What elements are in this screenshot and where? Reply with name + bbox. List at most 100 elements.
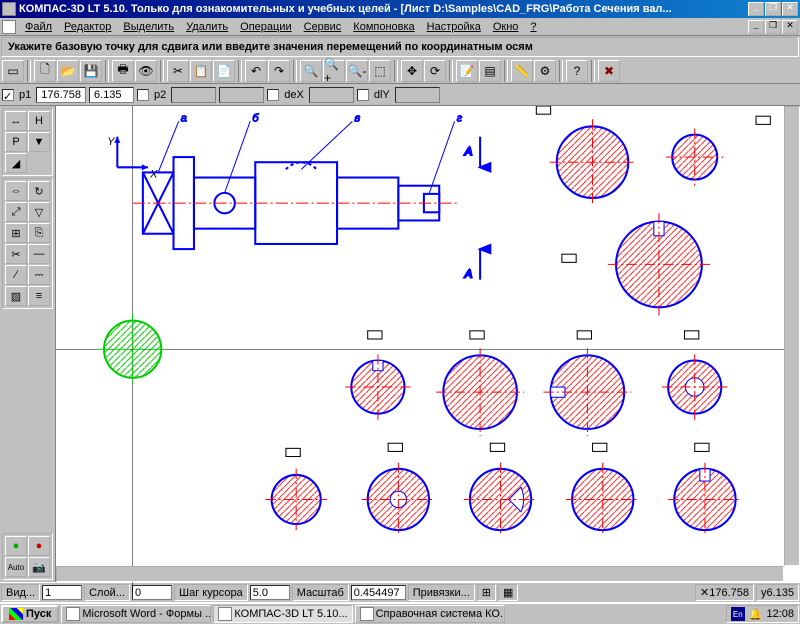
- menu-operations[interactable]: Операции: [234, 20, 297, 34]
- tool-trim-button[interactable]: ✂: [5, 244, 27, 264]
- p2-label: p2: [152, 89, 168, 101]
- tool-divide-button[interactable]: ∕: [5, 265, 27, 285]
- dly-label: dlY: [372, 89, 392, 101]
- copy-button[interactable]: 📋: [190, 60, 212, 82]
- mdi-restore-button[interactable]: ❐: [765, 20, 781, 34]
- task-help[interactable]: Справочная система КО...: [355, 605, 505, 623]
- new-button[interactable]: 🗋: [34, 60, 56, 82]
- menu-help[interactable]: ?: [524, 20, 542, 34]
- tool-hatch-button[interactable]: ▨: [5, 286, 27, 306]
- layers-button[interactable]: ▤: [479, 60, 501, 82]
- preview-button[interactable]: 👁: [135, 60, 157, 82]
- svg-text:в: в: [354, 112, 360, 124]
- svg-text:X: X: [149, 169, 158, 181]
- menu-editor[interactable]: Редактор: [58, 20, 117, 34]
- mode-dimension-button[interactable]: H: [28, 111, 50, 131]
- tool-scale-button[interactable]: ⤢: [5, 202, 27, 222]
- paste-button[interactable]: 📄: [213, 60, 235, 82]
- maximize-button[interactable]: ❐: [765, 2, 781, 16]
- menu-select[interactable]: Выделить: [117, 20, 180, 34]
- menu-file[interactable]: Файл: [19, 20, 58, 34]
- p1-x-field[interactable]: 176.758: [36, 87, 86, 103]
- zoom-in-button[interactable]: 🔍+: [323, 60, 345, 82]
- p1-label: p1: [17, 89, 33, 101]
- pan-button[interactable]: ✥: [401, 60, 423, 82]
- menu-settings[interactable]: Настройка: [421, 20, 487, 34]
- mode-text-button[interactable]: P: [5, 132, 27, 152]
- dly-field[interactable]: [395, 87, 440, 103]
- menu-delete[interactable]: Удалить: [180, 20, 234, 34]
- svg-text:б: б: [252, 112, 259, 124]
- mdi-minimize-button[interactable]: _: [748, 20, 764, 34]
- view-button[interactable]: Вид...: [1, 584, 40, 601]
- kompas-icon: [218, 607, 232, 621]
- tool-mirror-button[interactable]: ▽: [28, 202, 50, 222]
- exit-button[interactable]: ✖: [598, 60, 620, 82]
- dly-checkbox[interactable]: [357, 89, 369, 101]
- context-help-button[interactable]: ?: [566, 60, 588, 82]
- zoom-fit-button[interactable]: 🔍: [300, 60, 322, 82]
- zoom-window-button[interactable]: ⬚: [369, 60, 391, 82]
- sound-icon[interactable]: 🔔: [749, 608, 763, 621]
- tool-array-button[interactable]: ⊞: [5, 223, 27, 243]
- start-button[interactable]: Пуск: [1, 605, 59, 623]
- ok-button[interactable]: ●: [5, 536, 27, 556]
- open-button[interactable]: 📂: [57, 60, 79, 82]
- menu-window[interactable]: Окно: [487, 20, 525, 34]
- dex-field[interactable]: [309, 87, 354, 103]
- undo-button[interactable]: ↶: [245, 60, 267, 82]
- measure-button[interactable]: 📏: [511, 60, 533, 82]
- p2-x-field[interactable]: [171, 87, 216, 103]
- svg-text:г: г: [457, 112, 463, 124]
- p2-y-field[interactable]: [219, 87, 264, 103]
- svg-text:А: А: [464, 269, 473, 281]
- word-icon: [66, 607, 80, 621]
- left-tool-palette: ↔ H P ▼ ◢ ⇔ ↻ ⤢ ▽ ⊞ ⎘ ✂ — ∕ ⎓ ▨ ≡ ● ● Au…: [0, 106, 56, 582]
- tool-extend-button[interactable]: —: [28, 244, 50, 264]
- svg-text:а: а: [181, 112, 187, 124]
- hint-bar: Укажите базовую точку для сдвига или вве…: [1, 37, 799, 57]
- window-title: КОМПАС-3D LT 5.10. Только для ознакомите…: [19, 3, 748, 15]
- zoom-out-button[interactable]: 🔍-: [346, 60, 368, 82]
- stop-button[interactable]: ●: [28, 536, 50, 556]
- snapshot-button[interactable]: 📷: [28, 557, 50, 577]
- print-button[interactable]: 🖶: [112, 60, 134, 82]
- main-toolbar: ▭ 🗋 📂 💾 🖶 👁 ✂ 📋 📄 ↶ ↷ 🔍 🔍+ 🔍- ⬚ ✥ ⟳ 📝 ▤ …: [0, 58, 800, 84]
- task-kompas[interactable]: КОМПАС-3D LT 5.10...: [213, 605, 352, 623]
- horizontal-scrollbar[interactable]: [56, 566, 784, 582]
- mode-edit-button[interactable]: ▼: [28, 132, 50, 152]
- doc-icon: [2, 20, 16, 34]
- lang-indicator[interactable]: En: [731, 607, 745, 621]
- vertical-scrollbar[interactable]: [784, 106, 800, 566]
- menu-layout[interactable]: Компоновка: [347, 20, 420, 34]
- auto-button[interactable]: Auto: [5, 557, 27, 577]
- mdi-close-button[interactable]: ✕: [782, 20, 798, 34]
- redo-button[interactable]: ↷: [268, 60, 290, 82]
- mode-symbol-button[interactable]: ◢: [5, 153, 27, 173]
- system-tray: En 🔔 12:08: [726, 605, 799, 623]
- options-button[interactable]: ⚙: [534, 60, 556, 82]
- tool-copy-button[interactable]: ⎘: [28, 223, 50, 243]
- windows-logo-icon: [9, 608, 23, 620]
- refresh-button[interactable]: ⟳: [424, 60, 446, 82]
- properties-button[interactable]: 📝: [456, 60, 478, 82]
- p1-y-field[interactable]: 6.135: [89, 87, 134, 103]
- p2-checkbox[interactable]: [137, 89, 149, 101]
- tool-break-button[interactable]: ⎓: [28, 265, 50, 285]
- tool-rotate-button[interactable]: ↻: [28, 181, 50, 201]
- save-button[interactable]: 💾: [80, 60, 102, 82]
- titlebar: КОМПАС-3D LT 5.10. Только для ознакомите…: [0, 0, 800, 18]
- menu-service[interactable]: Сервис: [298, 20, 348, 34]
- tool-align-button[interactable]: ≡: [28, 286, 50, 306]
- task-word[interactable]: Microsoft Word - Формы ...: [61, 605, 211, 623]
- mode-geometry-button[interactable]: ↔: [5, 111, 27, 131]
- dex-checkbox[interactable]: [267, 89, 279, 101]
- help-icon: [360, 607, 374, 621]
- cut-button[interactable]: ✂: [167, 60, 189, 82]
- tool-move-button[interactable]: ⇔: [5, 181, 27, 201]
- close-button[interactable]: ✕: [782, 2, 798, 16]
- drawing-canvas[interactable]: Y X а б в г: [56, 106, 800, 582]
- minimize-button[interactable]: _: [748, 2, 764, 16]
- p1-checkbox[interactable]: ✓: [2, 89, 14, 101]
- window-list-button[interactable]: ▭: [2, 60, 24, 82]
